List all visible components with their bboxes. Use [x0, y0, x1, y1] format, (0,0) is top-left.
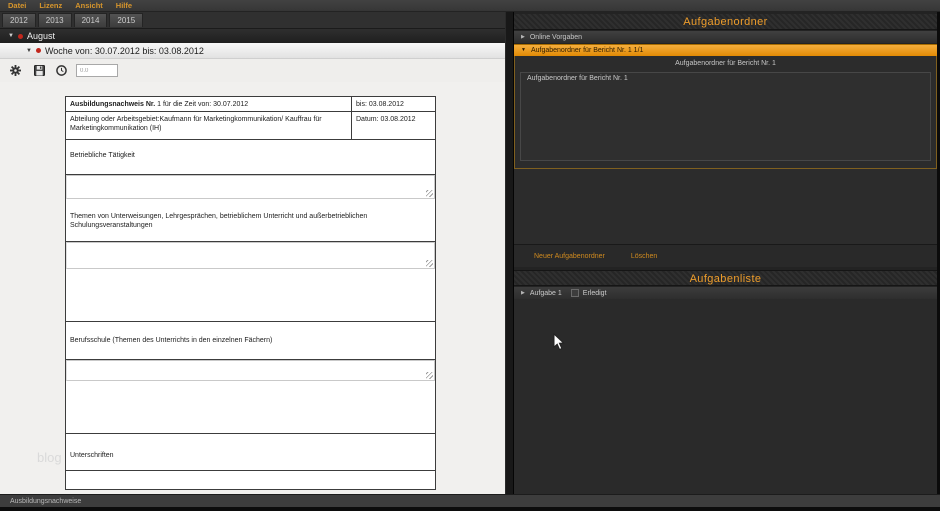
- bottom-edge: [0, 507, 940, 511]
- statusbar: Ausbildungsnachweise: [0, 494, 940, 507]
- chevron-down-icon: ▼: [26, 47, 32, 54]
- menu-item-lizenz[interactable]: Lizenz: [39, 1, 62, 10]
- section-berufsschule: Berufsschule (Themen des Unterrichts in …: [66, 322, 435, 360]
- chevron-right-icon: ▶: [521, 33, 525, 40]
- month-group-august[interactable]: ▼ August: [0, 29, 505, 43]
- department-cell: Abteilung oder Arbeitsgebiet:Kaufmann fü…: [66, 112, 352, 139]
- form-header-row: Ausbildungsnachweis Nr. 1 für die Zeit v…: [66, 97, 435, 112]
- delete-folder-button[interactable]: Löschen: [631, 253, 657, 260]
- menubar: Datei Lizenz Ansicht Hilfe: [0, 0, 940, 12]
- main-split: 2012 2013 2014 2015 ▼ August ▼ Woche von…: [0, 12, 940, 494]
- menu-item-ansicht[interactable]: Ansicht: [75, 1, 103, 10]
- menu-item-hilfe[interactable]: Hilfe: [116, 1, 132, 10]
- form-department-row: Abteilung oder Arbeitsgebiet:Kaufmann fü…: [66, 112, 435, 140]
- accordion-aufgabenordner-bericht1[interactable]: ▼ Aufgabenordner für Bericht Nr. 1 1/1: [514, 44, 937, 56]
- year-tabs: 2012 2013 2014 2015: [0, 12, 505, 29]
- folder-list: Aufgabenordner für Bericht Nr. 1: [520, 72, 931, 161]
- document-area: blog Ausbildungsnachweis Nr. 1 für die Z…: [0, 82, 505, 494]
- folder-list-item[interactable]: Aufgabenordner für Bericht Nr. 1: [521, 73, 930, 82]
- folder-panel-title: Aufgabenordner für Bericht Nr. 1: [675, 60, 776, 67]
- resize-handle-icon[interactable]: [426, 372, 433, 379]
- section-unterschriften: Unterschriften: [66, 434, 435, 471]
- aufgabenordner-header: Aufgabenordner: [514, 14, 937, 30]
- report-title-cell: Ausbildungsnachweis Nr. 1 für die Zeit v…: [66, 97, 352, 111]
- task-label: Aufgabe 1: [529, 289, 562, 297]
- ausbildungsnachweis-form: Ausbildungsnachweis Nr. 1 für die Zeit v…: [65, 96, 436, 490]
- betriebliche-taetigkeit-textarea[interactable]: [66, 175, 435, 199]
- accordion-label: Online Vorgaben: [529, 33, 583, 41]
- aufgabenliste-header: Aufgabenliste: [514, 270, 937, 286]
- form-bottom-row: [66, 471, 435, 489]
- right-panel: Aufgabenordner ▶ Online Vorgaben ▼ Aufga…: [514, 12, 940, 494]
- themen-input-row: [66, 242, 435, 322]
- week-label: Woche von: 30.07.2012 bis: 03.08.2012: [44, 45, 204, 56]
- report-title-rest: 1 für die Zeit von: 30.07.2012: [155, 101, 249, 108]
- resize-handle-icon[interactable]: [426, 260, 433, 267]
- accordion-label: Aufgabenordner für Bericht Nr. 1 1/1: [530, 47, 644, 54]
- red-dot-icon: [35, 48, 41, 53]
- chevron-down-icon: ▼: [521, 47, 526, 53]
- themen-textarea[interactable]: [66, 242, 435, 269]
- task-list-empty-space: [514, 299, 937, 494]
- left-panel: 2012 2013 2014 2015 ▼ August ▼ Woche von…: [0, 12, 505, 494]
- erledigt-checkbox[interactable]: [570, 289, 579, 297]
- bis-cell: bis: 03.08.2012: [356, 101, 404, 108]
- folder-detail-panel: Aufgabenordner für Bericht Nr. 1 Aufgabe…: [514, 56, 937, 169]
- report-toolbar: [0, 59, 505, 82]
- resize-handle-icon[interactable]: [426, 190, 433, 197]
- statusbar-text: Ausbildungsnachweise: [10, 497, 82, 505]
- folder-buttons-row: Neuer Aufgabenordner Löschen: [514, 245, 937, 267]
- accordion-online-vorgaben[interactable]: ▶ Online Vorgaben: [514, 31, 937, 43]
- save-icon[interactable]: [34, 65, 45, 76]
- tab-2014[interactable]: 2014: [73, 13, 108, 27]
- betrieb-input-row: [66, 175, 435, 199]
- berufsschule-textarea[interactable]: [66, 360, 435, 381]
- chevron-right-icon: ▶: [521, 289, 525, 296]
- task-row-aufgabe1[interactable]: ▶ Aufgabe 1 Erledigt: [514, 287, 937, 299]
- folders-empty-space: [514, 169, 937, 245]
- hours-input[interactable]: [76, 64, 118, 77]
- clock-icon[interactable]: [56, 65, 67, 76]
- chevron-down-icon: ▼: [8, 33, 14, 39]
- tab-2013[interactable]: 2013: [37, 13, 72, 27]
- week-group[interactable]: ▼ Woche von: 30.07.2012 bis: 03.08.2012: [0, 43, 505, 59]
- report-title-bold: Ausbildungsnachweis Nr.: [70, 101, 156, 108]
- watermark: blog: [37, 450, 62, 465]
- erledigt-label: Erledigt: [582, 289, 607, 297]
- section-themen: Themen von Unterweisungen, Lehrgespräche…: [66, 199, 435, 242]
- mouse-cursor-icon: [553, 333, 565, 351]
- red-dot-icon: [17, 33, 23, 39]
- gear-icon[interactable]: [10, 65, 21, 76]
- panel-splitter[interactable]: [505, 12, 514, 494]
- month-label: August: [26, 31, 55, 41]
- tab-2015[interactable]: 2015: [109, 13, 144, 27]
- datum-cell: Datum: 03.08.2012: [356, 116, 416, 123]
- new-folder-button[interactable]: Neuer Aufgabenordner: [534, 253, 605, 260]
- tab-2012[interactable]: 2012: [2, 13, 36, 27]
- section-betriebliche-taetigkeit: Betriebliche Tätigkeit: [66, 140, 435, 175]
- menu-item-datei[interactable]: Datei: [8, 1, 26, 10]
- berufsschule-input-row: [66, 360, 435, 434]
